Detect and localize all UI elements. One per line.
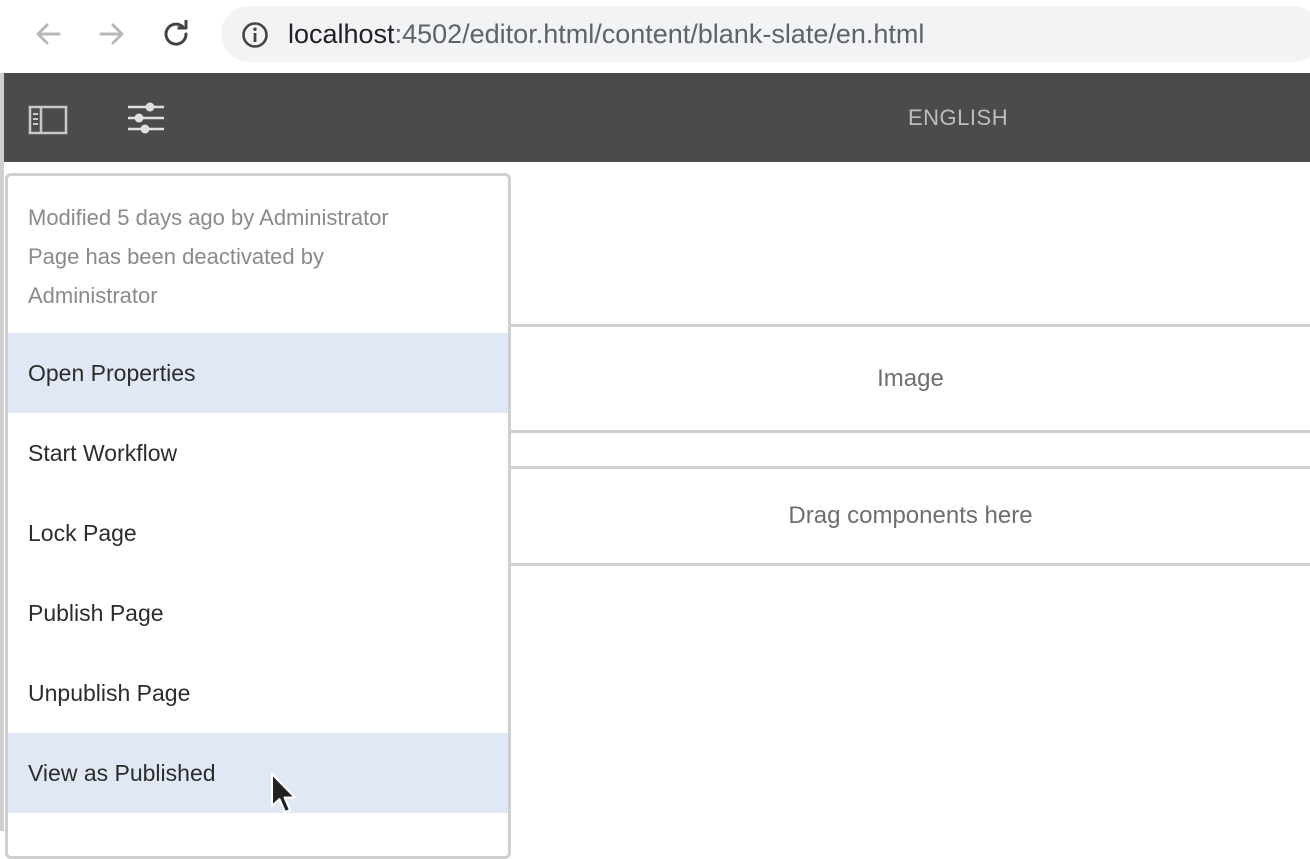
- menu-item-open-properties[interactable]: Open Properties: [8, 333, 508, 413]
- page-information-button[interactable]: [126, 101, 166, 140]
- url-text[interactable]: localhost:4502/editor.html/content/blank…: [288, 18, 924, 50]
- info-icon[interactable]: [241, 21, 269, 49]
- menu-item-view-as-published[interactable]: View as Published: [8, 733, 508, 813]
- editor-toolbar: ENGLISH: [4, 73, 1310, 162]
- page-status-info: Modified 5 days ago by Administrator Pag…: [28, 198, 488, 315]
- page-actions-menu: Open Properties Start Workflow Lock Page…: [8, 333, 508, 813]
- window-edge: [0, 73, 4, 831]
- page-information-popover: Modified 5 days ago by Administrator Pag…: [5, 173, 511, 859]
- deactivated-info: Page has been deactivated by: [28, 244, 325, 269]
- menu-item-start-workflow[interactable]: Start Workflow: [8, 413, 508, 493]
- menu-item-publish-page[interactable]: Publish Page: [8, 573, 508, 653]
- side-panel-icon: [28, 105, 68, 135]
- browser-toolbar: localhost:4502/editor.html/content/blank…: [0, 0, 1310, 73]
- modified-info: Modified 5 days ago by Administrator: [28, 205, 389, 230]
- drop-zone-placeholder[interactable]: Drag components here: [511, 466, 1310, 566]
- back-arrow-icon: [36, 23, 61, 45]
- mouse-cursor-icon: [271, 773, 296, 813]
- page-title: ENGLISH: [908, 105, 1009, 130]
- editor-canvas: Image Drag components here: [511, 162, 1310, 831]
- forward-button[interactable]: [92, 14, 132, 54]
- menu-item-lock-page[interactable]: Lock Page: [8, 493, 508, 573]
- address-bar[interactable]: localhost:4502/editor.html/content/blank…: [221, 6, 1310, 62]
- forward-arrow-icon: [99, 23, 124, 45]
- menu-item-unpublish-page[interactable]: Unpublish Page: [8, 653, 508, 733]
- page-information-icon: [128, 102, 164, 134]
- reload-button[interactable]: [156, 14, 196, 54]
- toggle-side-panel-button[interactable]: [28, 105, 68, 140]
- image-component-placeholder[interactable]: Image: [511, 324, 1310, 433]
- back-button[interactable]: [28, 14, 68, 54]
- url-path: :4502/editor.html/content/blank-slate/en…: [394, 19, 925, 49]
- deactivated-by-info: Administrator: [28, 283, 158, 308]
- reload-icon: [164, 20, 188, 46]
- url-host: localhost: [288, 19, 395, 49]
